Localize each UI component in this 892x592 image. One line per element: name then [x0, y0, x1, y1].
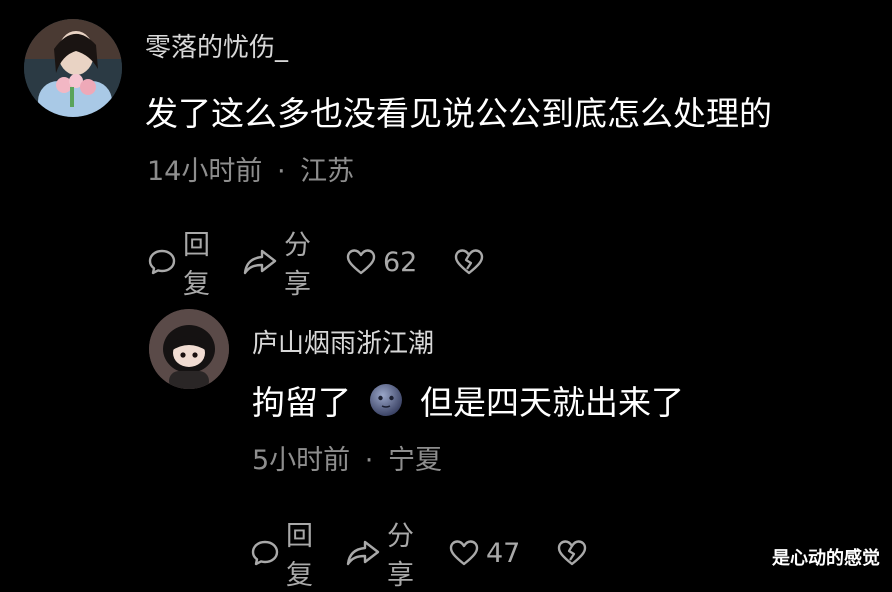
dislike-button[interactable] — [556, 538, 588, 568]
separator: · — [364, 445, 374, 476]
comment-text-before: 拘留了 — [252, 383, 351, 422]
comment-text-after: 但是四天就出来了 — [420, 383, 684, 422]
like-button[interactable]: 47 — [448, 538, 520, 569]
share-arrow-icon — [345, 538, 381, 568]
avatar[interactable] — [24, 19, 122, 117]
like-count: 47 — [486, 537, 521, 569]
share-arrow-icon — [242, 247, 278, 277]
username[interactable]: 庐山烟雨浙江潮 — [252, 323, 434, 360]
speech-bubble-icon — [250, 538, 280, 568]
action-bar: 回复 分享 47 — [250, 514, 588, 592]
broken-heart-icon — [556, 538, 588, 568]
reply-label: 回复 — [286, 521, 313, 591]
comment-text: 发了这么多也没看见说公公到底怎么处理的 — [145, 94, 772, 133]
share-label: 分享 — [387, 521, 414, 591]
broken-heart-icon — [453, 247, 485, 277]
separator: · — [276, 156, 286, 187]
share-button[interactable]: 分享 — [242, 223, 311, 301]
speech-bubble-icon — [147, 247, 177, 277]
watermark: 是心动的感觉 — [772, 548, 880, 569]
location: 宁夏 — [387, 445, 442, 476]
share-button[interactable]: 分享 — [345, 514, 414, 592]
heart-icon — [448, 538, 480, 568]
timestamp: 5小时前 — [252, 445, 351, 476]
location: 江苏 — [300, 156, 355, 187]
like-count: 62 — [383, 246, 418, 278]
reply-button[interactable]: 回复 — [250, 514, 313, 592]
reply-button[interactable]: 回复 — [147, 223, 210, 301]
comment-meta: 5小时前 · 宁夏 — [252, 438, 442, 477]
moon-face-emoji — [368, 382, 404, 426]
like-button[interactable]: 62 — [345, 247, 417, 278]
timestamp: 14小时前 — [147, 156, 263, 187]
comment-meta: 14小时前 · 江苏 — [147, 149, 354, 188]
action-bar: 回复 分享 62 — [147, 223, 485, 301]
avatar[interactable] — [149, 309, 229, 389]
reply-label: 回复 — [183, 230, 210, 300]
heart-icon — [345, 247, 377, 277]
dislike-button[interactable] — [453, 247, 485, 277]
username[interactable]: 零落的忧伤_ — [145, 27, 288, 64]
comment-text: 拘留了 但是四天就出来了 — [252, 376, 684, 426]
share-label: 分享 — [284, 230, 311, 300]
